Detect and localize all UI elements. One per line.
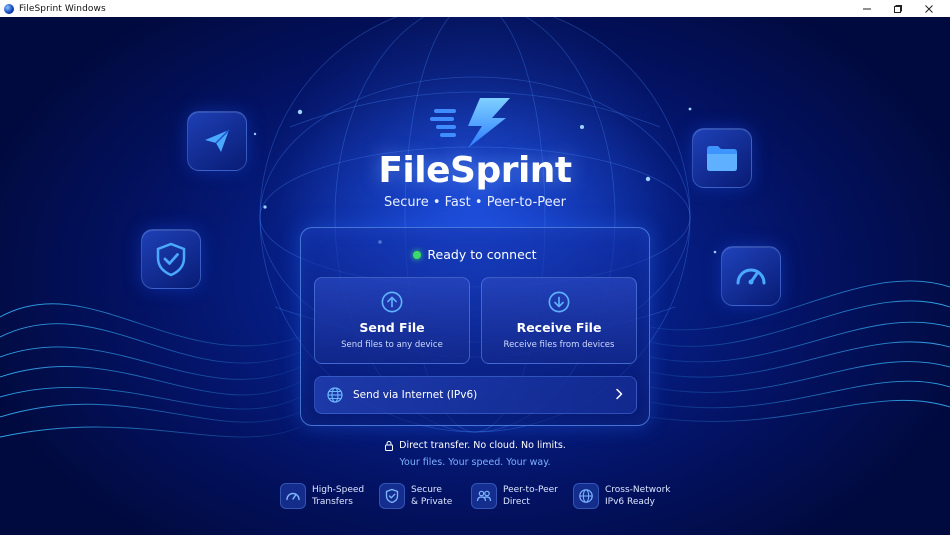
send-file-subtitle: Send files to any device xyxy=(341,340,443,350)
users-icon xyxy=(476,490,492,502)
shield-icon xyxy=(385,488,399,504)
send-via-internet-label: Send via Internet (IPv6) xyxy=(353,389,478,401)
feature-secure-badge xyxy=(379,483,405,509)
status-dot-icon xyxy=(413,250,422,259)
globe-icon xyxy=(579,489,593,503)
logo-mark-icon xyxy=(430,98,510,148)
app-icon xyxy=(4,3,14,14)
lock-icon xyxy=(385,441,394,451)
arrow-down-circle-icon xyxy=(548,291,570,313)
send-file-button[interactable]: Send File Send files to any device xyxy=(314,277,470,364)
app-window: FileSprint Windows FileSprint Secure • F… xyxy=(0,0,950,535)
feature-label-line2: IPv6 Ready xyxy=(605,497,655,507)
send-via-internet-button[interactable]: Send via Internet (IPv6) xyxy=(314,376,637,414)
feature-cross-network: Cross-Network IPv6 Ready xyxy=(573,483,671,509)
maximize-button[interactable] xyxy=(883,0,913,17)
feature-label-line1: Peer-to-Peer xyxy=(503,485,558,495)
arrow-up-circle-icon xyxy=(381,291,403,313)
feature-speed-badge xyxy=(280,483,306,509)
close-button[interactable] xyxy=(914,0,944,17)
privacy-notice: Direct transfer. No cloud. No limits. xyxy=(0,440,950,451)
feature-p2p-badge xyxy=(471,483,497,509)
receive-file-button[interactable]: Receive File Receive files from devices xyxy=(481,277,637,364)
feature-peer-to-peer: Peer-to-Peer Direct xyxy=(471,483,558,509)
app-name: FileSprint xyxy=(378,150,572,191)
send-file-title: Send File xyxy=(359,320,425,335)
feature-label-line2: Direct xyxy=(503,497,530,507)
connection-status: Ready to connect xyxy=(301,247,649,262)
minimize-icon xyxy=(863,8,871,9)
main-panel: Ready to connect Send File Send files to… xyxy=(300,227,650,426)
feature-label-line1: Secure xyxy=(411,485,442,495)
feature-network-badge xyxy=(573,483,599,509)
feature-high-speed: High-Speed Transfers xyxy=(280,483,364,509)
feature-label-line1: High-Speed xyxy=(312,485,365,495)
feature-label-line2: Transfers xyxy=(312,497,353,507)
feature-list: High-Speed Transfers Secure & Private Pe… xyxy=(0,483,950,523)
shield-check-icon xyxy=(156,242,186,277)
minimize-button[interactable] xyxy=(852,0,882,17)
receive-file-subtitle: Receive files from devices xyxy=(503,340,615,350)
notice-subtext: Your files. Your speed. Your way. xyxy=(399,457,551,468)
receive-file-title: Receive File xyxy=(516,320,602,335)
speedometer-tile xyxy=(721,246,781,306)
feature-secure: Secure & Private xyxy=(379,483,452,509)
feature-label-line2: & Private xyxy=(411,497,453,507)
globe-icon xyxy=(327,387,343,403)
notice-text: Direct transfer. No cloud. No limits. xyxy=(399,440,566,451)
feature-label-line1: Cross-Network xyxy=(605,485,671,495)
title-bar: FileSprint Windows xyxy=(0,0,950,17)
close-icon xyxy=(925,4,933,13)
speedometer-icon xyxy=(286,492,300,501)
status-text: Ready to connect xyxy=(427,247,537,262)
speedometer-icon xyxy=(736,268,766,285)
chevron-right-icon xyxy=(616,388,623,400)
window-title: FileSprint Windows xyxy=(19,3,106,14)
shield-tile xyxy=(141,229,201,289)
tagline: Secure • Fast • Peer-to-Peer xyxy=(384,195,566,210)
restore-icon xyxy=(894,4,902,13)
